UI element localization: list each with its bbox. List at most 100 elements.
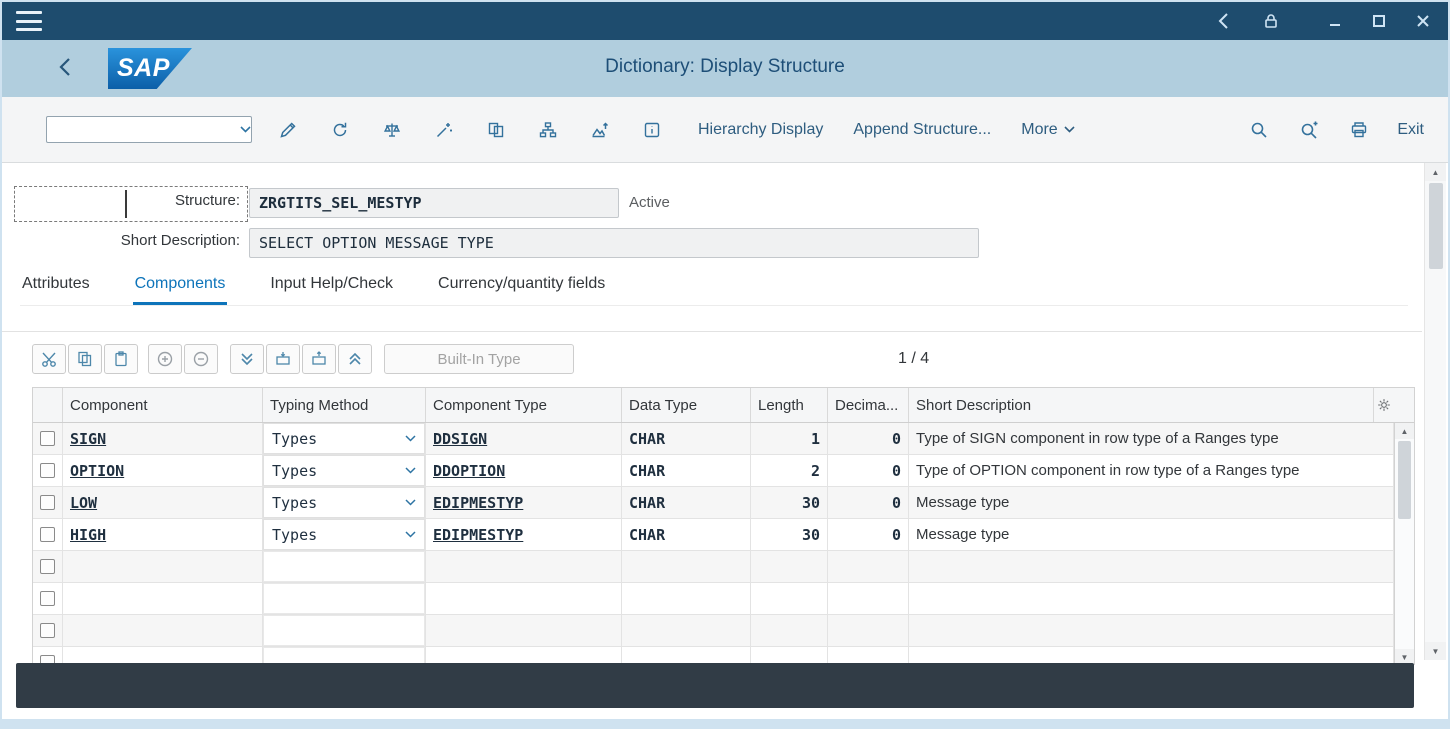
component-type-link[interactable]: EDIPMESTYP: [433, 526, 523, 544]
hierarchy-icon[interactable]: [530, 115, 566, 145]
column-header-short-description[interactable]: Short Description: [909, 388, 1374, 422]
more-button[interactable]: More: [1021, 121, 1074, 139]
decimals-cell: 0: [828, 423, 909, 455]
checkbox-cell: [33, 423, 63, 455]
typing-method-value: Types: [272, 526, 317, 544]
row-checkbox[interactable]: [40, 591, 55, 606]
display-change-icon[interactable]: [270, 115, 306, 145]
data-type-cell: [622, 583, 751, 615]
component-type-cell: [426, 615, 622, 647]
decimals-cell: [828, 551, 909, 583]
typing-method-cell: [263, 583, 426, 615]
component-cell: [63, 615, 263, 647]
component-type-link[interactable]: DDOPTION: [433, 462, 505, 480]
column-header-length[interactable]: Length: [751, 388, 828, 422]
menu-icon[interactable]: [16, 11, 42, 31]
tab-attributes[interactable]: Attributes: [20, 269, 92, 305]
compare-icon[interactable]: [478, 115, 514, 145]
typing-method-dropdown[interactable]: Types: [263, 487, 425, 518]
column-header-data-type[interactable]: Data Type: [622, 388, 751, 422]
exit-button[interactable]: Exit: [1397, 121, 1424, 139]
row-checkbox[interactable]: [40, 495, 55, 510]
column-header-component[interactable]: Component: [63, 388, 263, 422]
minimize-icon[interactable]: [1324, 10, 1346, 32]
cut-icon[interactable]: [32, 344, 66, 374]
refresh-icon[interactable]: [322, 115, 358, 145]
where-used-icon[interactable]: [374, 115, 410, 145]
select-all-column[interactable]: [33, 388, 63, 422]
column-header-decimals[interactable]: Decima...: [828, 388, 909, 422]
scrollbar-thumb[interactable]: [1398, 441, 1411, 519]
checkbox-cell: [33, 583, 63, 615]
typing-method-value: Types: [272, 430, 317, 448]
tab-input-help-check[interactable]: Input Help/Check: [268, 269, 395, 305]
chevrons-down-icon[interactable]: [230, 344, 264, 374]
built-in-type-button[interactable]: Built-In Type: [384, 344, 574, 374]
structure-field[interactable]: ZRGTITS_SEL_MESTYP: [249, 188, 619, 218]
tab-currency-quantity-fields[interactable]: Currency/quantity fields: [436, 269, 607, 305]
typing-method-value: Types: [272, 494, 317, 512]
chevrons-up-icon[interactable]: [338, 344, 372, 374]
row-checkbox[interactable]: [40, 431, 55, 446]
row-checkbox[interactable]: [40, 559, 55, 574]
scrollbar-thumb[interactable]: [1429, 183, 1443, 269]
typing-method-dropdown[interactable]: Types: [263, 519, 425, 550]
table-row-empty: [33, 583, 1394, 615]
table-scrollbar[interactable]: ▲ ▼: [1394, 423, 1414, 665]
row-checkbox[interactable]: [40, 527, 55, 542]
row-checkbox[interactable]: [40, 623, 55, 638]
insert-row-icon[interactable]: [266, 344, 300, 374]
checkbox-cell: [33, 551, 63, 583]
info-icon[interactable]: [634, 115, 670, 145]
typing-method-cell: [263, 615, 426, 647]
component-link[interactable]: OPTION: [70, 462, 124, 480]
wand-icon[interactable]: [426, 115, 462, 145]
typing-method-value: Types: [272, 462, 317, 480]
table-row-empty: [33, 551, 1394, 583]
component-type-link[interactable]: DDSIGN: [433, 430, 487, 448]
add-row-icon[interactable]: [148, 344, 182, 374]
typing-method-cell: Types: [263, 487, 426, 519]
length-cell: 1: [751, 423, 828, 455]
append-structure-button[interactable]: Append Structure...: [853, 121, 991, 139]
command-field[interactable]: [46, 116, 252, 143]
scroll-down-icon[interactable]: ▼: [1425, 642, 1446, 660]
maximize-icon[interactable]: [1368, 10, 1390, 32]
table-row: HIGHTypesEDIPMESTYPCHAR300Message type: [33, 519, 1394, 551]
search-icon[interactable]: [1241, 115, 1277, 145]
hierarchy-display-button[interactable]: Hierarchy Display: [698, 121, 823, 139]
column-header-typing-method[interactable]: Typing Method: [263, 388, 426, 422]
component-type-link[interactable]: EDIPMESTYP: [433, 494, 523, 512]
status-text: Active: [629, 194, 670, 211]
close-icon[interactable]: [1412, 10, 1434, 32]
typing-method-cell: Types: [263, 455, 426, 487]
component-link[interactable]: LOW: [70, 494, 97, 512]
typing-method-dropdown[interactable]: Types: [263, 423, 425, 454]
component-link[interactable]: HIGH: [70, 526, 106, 544]
search-plus-icon[interactable]: [1291, 115, 1327, 145]
short-description-field[interactable]: SELECT OPTION MESSAGE TYPE: [249, 228, 979, 258]
status-bar: [16, 663, 1414, 708]
print-icon[interactable]: [1341, 115, 1377, 145]
decimals-cell: [828, 615, 909, 647]
copy-icon[interactable]: [68, 344, 102, 374]
scroll-up-icon[interactable]: ▲: [1395, 423, 1414, 439]
delete-row-icon[interactable]: [302, 344, 336, 374]
decimals-cell: 0: [828, 519, 909, 551]
component-link[interactable]: SIGN: [70, 430, 106, 448]
remove-row-icon[interactable]: [184, 344, 218, 374]
chevron-left-icon[interactable]: [1212, 10, 1234, 32]
table-row: OPTIONTypesDDOPTIONCHAR20Type of OPTION …: [33, 455, 1394, 487]
paste-icon[interactable]: [104, 344, 138, 374]
application-toolbar: Hierarchy Display Append Structure... Mo…: [2, 97, 1448, 163]
page-scrollbar[interactable]: ▲ ▼: [1424, 163, 1446, 660]
scroll-up-icon[interactable]: ▲: [1425, 163, 1446, 181]
runtime-object-icon[interactable]: [582, 115, 618, 145]
chevron-down-icon[interactable]: [240, 126, 251, 133]
table-settings-gear-icon[interactable]: [1374, 388, 1394, 422]
row-checkbox[interactable]: [40, 463, 55, 478]
column-header-component-type[interactable]: Component Type: [426, 388, 622, 422]
typing-method-dropdown[interactable]: Types: [263, 455, 425, 486]
command-input[interactable]: [47, 117, 240, 142]
tab-components[interactable]: Components: [133, 269, 228, 305]
